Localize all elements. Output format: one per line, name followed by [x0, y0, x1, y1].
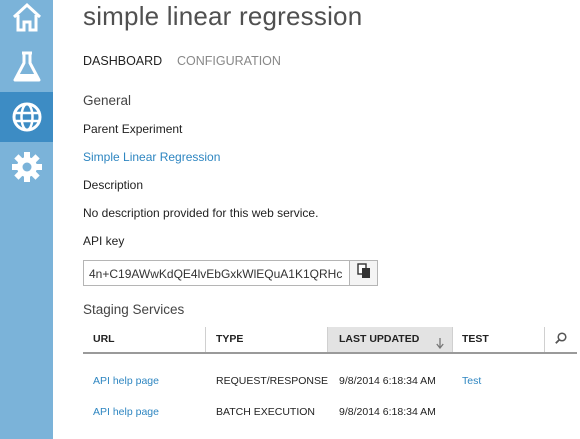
apikey-field[interactable]: 4n+C19AWwKdQE4lvEbGxkWlEQuA1K1QRHc	[83, 260, 350, 286]
staging-heading: Staging Services	[83, 302, 185, 317]
sort-descending-icon	[436, 334, 444, 359]
nav-home[interactable]	[0, 0, 53, 42]
api-help-link[interactable]: API help page	[93, 406, 159, 419]
apikey-value: 4n+C19AWwKdQE4lvEbGxkWlEQuA1K1QRHc	[89, 267, 343, 281]
tab-configuration[interactable]: CONFIGURATION	[177, 54, 281, 68]
flask-icon	[12, 50, 42, 84]
search-icon	[554, 331, 567, 349]
apikey-label: API key	[83, 234, 125, 248]
nav-experiments[interactable]	[0, 42, 53, 92]
nav-settings[interactable]	[0, 142, 53, 192]
parent-experiment-link[interactable]: Simple Linear Regression	[83, 150, 220, 164]
copy-icon	[356, 262, 371, 284]
test-link[interactable]: Test	[462, 375, 481, 388]
copy-apikey-button[interactable]	[349, 260, 378, 286]
grid-search-button[interactable]	[544, 327, 577, 352]
globe-icon	[11, 101, 43, 133]
column-test[interactable]: TEST	[453, 327, 544, 352]
row-type: REQUEST/RESPONSE	[216, 375, 329, 387]
column-type[interactable]: TYPE	[206, 327, 327, 352]
home-icon	[11, 2, 43, 32]
row-last-updated: 9/8/2014 6:18:34 AM	[339, 375, 436, 387]
staging-grid-header: URL TYPE LAST UPDATED TEST	[83, 327, 577, 354]
gear-icon	[11, 151, 43, 183]
column-last-updated[interactable]: LAST UPDATED	[328, 327, 452, 352]
parent-experiment-label: Parent Experiment	[83, 122, 183, 136]
description-label: Description	[83, 178, 144, 192]
page-title: simple linear regression	[83, 1, 363, 31]
row-last-updated: 9/8/2014 6:18:34 AM	[339, 406, 436, 418]
column-last-updated-label: LAST UPDATED	[339, 333, 420, 345]
sidebar	[0, 0, 53, 439]
row-type: BATCH EXECUTION	[216, 406, 315, 418]
column-url[interactable]: URL	[83, 327, 205, 352]
general-heading: General	[83, 93, 132, 108]
description-value: No description provided for this web ser…	[83, 206, 319, 220]
tab-dashboard[interactable]: DASHBOARD	[83, 54, 162, 68]
nav-web-services[interactable]	[0, 92, 53, 142]
api-help-link[interactable]: API help page	[93, 375, 159, 388]
